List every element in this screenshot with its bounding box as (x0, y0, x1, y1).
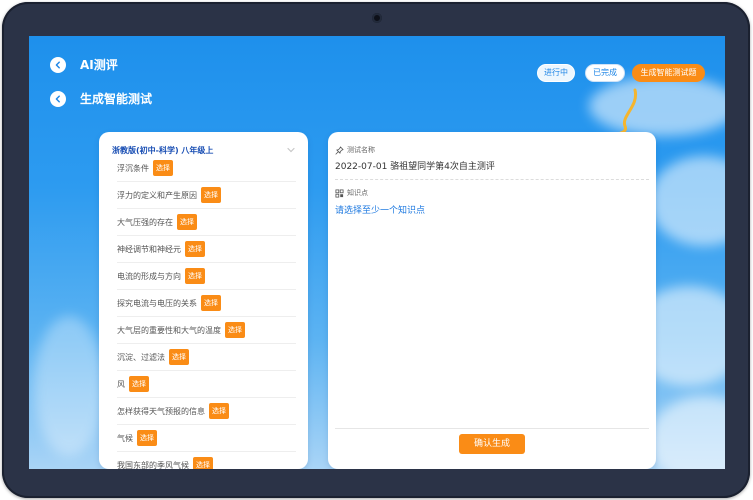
knowledge-point-header: 知识点 (335, 188, 368, 198)
nav-row-ai-eval: AI测评 (50, 56, 118, 73)
knowledge-point-label: 探究电流与电压的关系 (117, 298, 197, 308)
knowledge-point-label: 气候 (117, 433, 133, 443)
tablet-frame: AI测评 生成智能测试 进行中 已完成 生成智能测试题 浙教版(初中-科学) 八… (2, 2, 750, 498)
page-title-ai-eval: AI测评 (80, 58, 118, 72)
knowledge-point-label: 浮力的定义和产生原因 (117, 190, 197, 200)
knowledge-point-panel: 浙教版(初中-科学) 八年级上 浮沉条件 选择 浮力的定义和产生原因 选择 大气压强的存… (99, 132, 308, 469)
generate-test-button[interactable]: 生成智能测试题 (632, 64, 705, 82)
select-button[interactable]: 选择 (201, 295, 221, 311)
test-form-panel: 测试名称 2022-07-01 骆祖望同学第4次自主测评 知识点 请选择至少一个… (328, 132, 656, 469)
cloud-decoration (34, 316, 104, 456)
knowledge-point-label: 电流的形成与方向 (117, 271, 181, 281)
chevron-left-icon (55, 60, 60, 69)
select-button[interactable]: 选择 (193, 457, 213, 469)
knowledge-point-label: 神经调节和神经元 (117, 244, 181, 254)
page-title: 生成智能测试 (80, 92, 153, 106)
select-button[interactable]: 选择 (185, 268, 205, 284)
test-name-input[interactable]: 2022-07-01 骆祖望同学第4次自主测评 (335, 159, 495, 172)
knowledge-point-item: 怎样获得天气预报的信息 选择 (117, 398, 296, 425)
nav-row-generate: 生成智能测试 (50, 90, 152, 107)
chevron-left-icon (55, 94, 60, 103)
knowledge-point-item: 沉淀、过滤法 选择 (117, 344, 296, 371)
back-button[interactable] (50, 56, 66, 73)
select-button[interactable]: 选择 (137, 430, 157, 446)
tab-in-progress[interactable]: 进行中 (537, 64, 575, 82)
cloud-decoration (649, 396, 725, 469)
test-name-header: 测试名称 (335, 145, 375, 155)
knowledge-point-label: 风 (117, 379, 125, 389)
knowledge-point-item: 风选择 (117, 371, 296, 398)
confirm-generate-button[interactable]: 确认生成 (459, 434, 525, 454)
chevron-down-icon[interactable] (286, 146, 296, 154)
knowledge-point-item: 浮沉条件 选择 (117, 155, 296, 182)
divider (335, 428, 649, 429)
knowledge-point-item: 气候 选择 (117, 425, 296, 452)
knowledge-point-item: 浮力的定义和产生原因 选择 (117, 182, 296, 209)
select-button[interactable]: 选择 (169, 349, 189, 365)
select-button[interactable]: 选择 (209, 403, 229, 419)
select-button[interactable]: 选择 (201, 187, 221, 203)
select-button[interactable]: 选择 (177, 214, 197, 230)
knowledge-point-label: 大气层的重要性和大气的温度 (117, 325, 221, 335)
select-button[interactable]: 选择 (129, 376, 149, 392)
back-button[interactable] (50, 90, 66, 107)
knowledge-point-item: 电流的形成与方向 选择 (117, 263, 296, 290)
knowledge-point-item: 大气压强的存在 选择 (117, 209, 296, 236)
knowledge-point-label: 我国东部的季风气候 (117, 460, 189, 470)
knowledge-point-item: 探究电流与电压的关系 选择 (117, 290, 296, 317)
select-knowledge-hint[interactable]: 请选择至少一个知识点 (335, 203, 425, 216)
tab-completed[interactable]: 已完成 (585, 64, 625, 82)
cloud-decoration (649, 156, 725, 246)
divider (335, 179, 649, 180)
select-button[interactable]: 选择 (153, 160, 173, 176)
knowledge-point-item: 我国东部的季风气候 选择 (117, 452, 296, 469)
knowledge-point-label: 怎样获得天气预报的信息 (117, 406, 205, 416)
knowledge-point-label: 知识点 (347, 189, 368, 197)
knowledge-point-item: 大气层的重要性和大气的温度 选择 (117, 317, 296, 344)
select-button[interactable]: 选择 (225, 322, 245, 338)
knowledge-point-label: 大气压强的存在 (117, 217, 173, 227)
select-button[interactable]: 选择 (185, 241, 205, 257)
camera (372, 13, 382, 23)
knowledge-point-label: 浮沉条件 (117, 163, 149, 173)
test-name-label: 测试名称 (347, 146, 375, 154)
knowledge-point-item: 神经调节和神经元 选择 (117, 236, 296, 263)
knowledge-point-label: 沉淀、过滤法 (117, 352, 165, 362)
knowledge-point-list: 浮沉条件 选择 浮力的定义和产生原因 选择 大气压强的存在 选择 神经调节和神经元 选择 电流的… (117, 155, 296, 469)
app-screen: AI测评 生成智能测试 进行中 已完成 生成智能测试题 浙教版(初中-科学) 八… (29, 36, 725, 469)
pin-icon (335, 145, 344, 155)
grid-icon (335, 188, 344, 198)
